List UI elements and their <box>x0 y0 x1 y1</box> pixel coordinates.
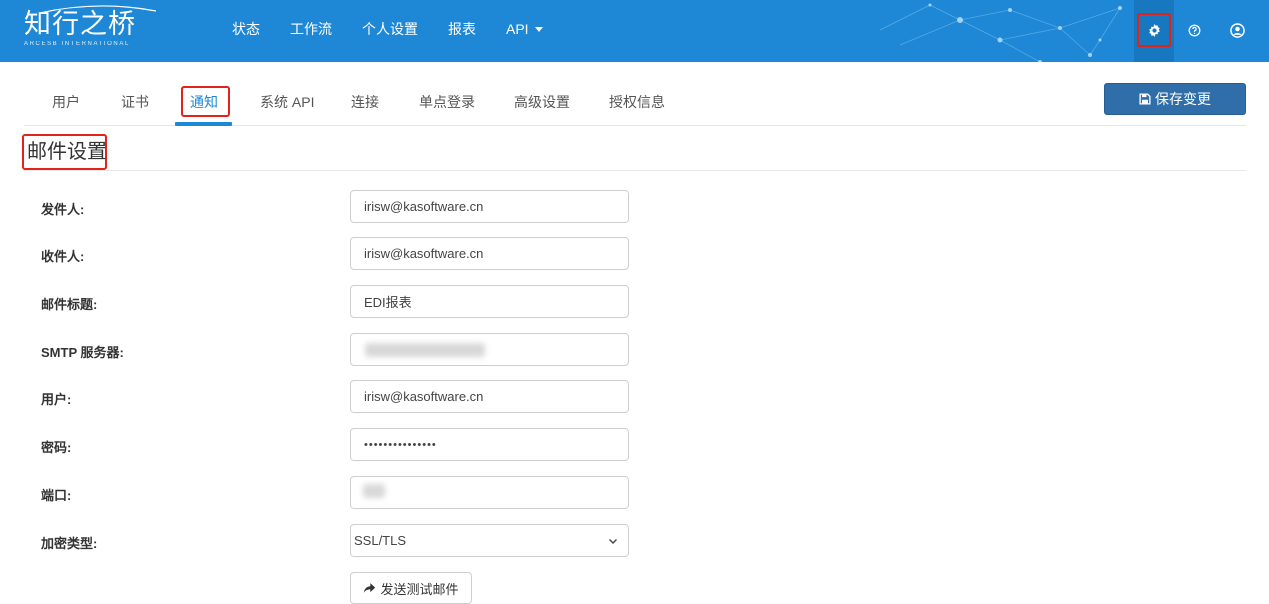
from-input[interactable]: irisw@kasoftware.cn <box>350 190 629 223</box>
help-icon[interactable] <box>1186 22 1202 38</box>
tab-system-api[interactable]: 系统 API <box>260 92 314 112</box>
settings-tabs: 用户 证书 通知 系统 API 连接 单点登录 高级设置 授权信息 <box>24 82 1246 126</box>
top-navbar: 知行之桥 ARCESB INTERNATIONAL 状态 工作流 个人设置 报表… <box>0 0 1269 62</box>
brand-name: 知行之桥 <box>24 9 136 40</box>
port-label: 端口: <box>41 488 72 503</box>
user-input[interactable]: irisw@kasoftware.cn <box>350 380 629 413</box>
send-test-email-button[interactable]: 发送测试邮件 <box>350 572 472 604</box>
user-icon[interactable] <box>1229 22 1245 38</box>
subject-input[interactable]: EDI报表 <box>350 285 629 318</box>
highlight-box-tab <box>181 86 230 117</box>
nav-status[interactable]: 状态 <box>232 19 260 39</box>
chevron-down-icon <box>609 539 617 544</box>
divider <box>24 170 1246 171</box>
smtp-server-input[interactable] <box>350 333 629 366</box>
tab-certificates[interactable]: 证书 <box>121 92 149 112</box>
tab-connections[interactable]: 连接 <box>351 92 379 112</box>
user-label: 用户: <box>41 392 72 407</box>
save-changes-label: 保存变更 <box>1155 91 1211 107</box>
nav-reports[interactable]: 报表 <box>448 19 476 39</box>
nav-profile[interactable]: 个人设置 <box>362 19 418 39</box>
main-nav: 状态 工作流 个人设置 报表 API <box>232 19 573 39</box>
brand-logo[interactable]: 知行之桥 ARCESB INTERNATIONAL <box>24 5 157 47</box>
password-input[interactable]: ••••••••••••••• <box>350 428 629 461</box>
tab-license[interactable]: 授权信息 <box>609 92 665 112</box>
to-label: 收件人: <box>41 249 85 264</box>
tab-sso[interactable]: 单点登录 <box>419 92 475 112</box>
nav-workflow[interactable]: 工作流 <box>290 19 332 39</box>
password-label: 密码: <box>41 440 72 455</box>
port-input[interactable] <box>350 476 629 509</box>
highlight-box-settings <box>1137 13 1171 47</box>
encryption-select-value: SSL/TLS <box>354 533 407 548</box>
encryption-select[interactable]: SSL/TLS <box>350 524 629 557</box>
nav-api-dropdown[interactable]: API <box>506 19 543 39</box>
caret-down-icon <box>534 26 543 32</box>
save-changes-button[interactable]: 保存变更 <box>1104 83 1246 115</box>
save-icon <box>1139 93 1151 105</box>
network-decoration <box>879 3 1122 62</box>
logo-swoosh-icon <box>39 5 157 14</box>
highlight-box-title <box>22 134 107 170</box>
send-test-email-label: 发送测试邮件 <box>380 581 459 597</box>
tab-users[interactable]: 用户 <box>52 92 80 112</box>
encryption-label: 加密类型: <box>41 536 98 551</box>
brand-tagline: ARCESB INTERNATIONAL <box>24 41 130 47</box>
nav-api-label: API <box>506 21 529 37</box>
smtp-label: SMTP 服务器: <box>41 345 124 360</box>
tab-advanced[interactable]: 高级设置 <box>514 92 570 112</box>
share-arrow-icon <box>364 583 376 593</box>
to-input[interactable]: irisw@kasoftware.cn <box>350 237 629 270</box>
subject-label: 邮件标题: <box>41 297 98 312</box>
from-label: 发件人: <box>41 202 85 217</box>
redacted-value <box>363 484 385 498</box>
active-tab-indicator <box>175 122 232 126</box>
redacted-value <box>365 343 485 357</box>
